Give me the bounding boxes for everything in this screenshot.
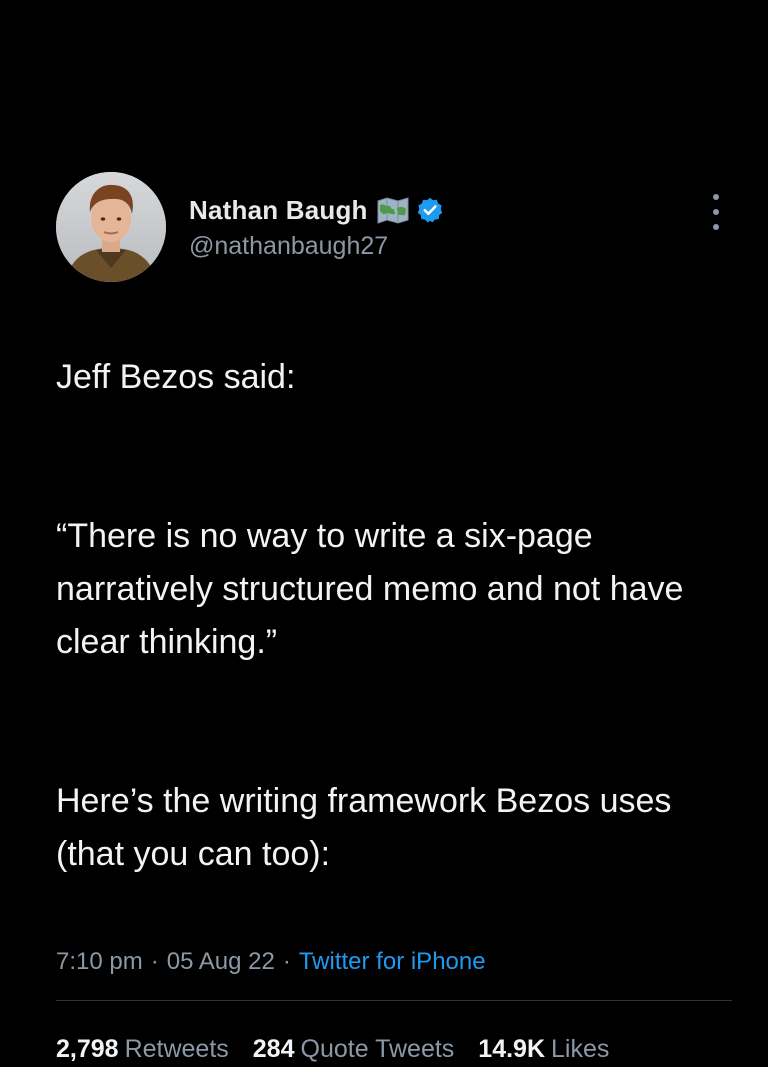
quote-tweets-count: 284 <box>252 1034 295 1063</box>
likes-label: Likes <box>551 1034 610 1063</box>
retweets-stat[interactable]: 2,798 Retweets <box>56 1035 229 1064</box>
name-block: Nathan Baugh @nathanbaugh27 <box>189 192 444 261</box>
tweet-time[interactable]: 7:10 pm <box>56 948 143 976</box>
divider <box>56 1000 732 1001</box>
more-vertical-icon <box>713 194 719 200</box>
tweet-card: Nathan Baugh @nathanbaugh27 Jeff Bezos s… <box>56 172 732 1067</box>
tweet-header: Nathan Baugh @nathanbaugh27 <box>56 172 732 290</box>
likes-stat[interactable]: 14.9K Likes <box>478 1035 609 1064</box>
tweet-stats: 2,798 Retweets 284 Quote Tweets 14.9K Likes <box>56 1031 732 1067</box>
tweet-date[interactable]: 05 Aug 22 <box>167 948 275 976</box>
verified-badge-icon <box>416 196 444 224</box>
tweet-paragraph: Here’s the writing framework Bezos uses … <box>56 782 672 873</box>
quote-tweets-label: Quote Tweets <box>300 1034 455 1063</box>
more-vertical-icon-dot <box>713 209 719 215</box>
world-map-icon <box>376 196 410 224</box>
retweets-count: 2,798 <box>56 1034 119 1063</box>
name-row: Nathan Baugh <box>189 192 444 228</box>
display-name[interactable]: Nathan Baugh <box>189 195 368 226</box>
meta-separator: · <box>150 948 159 975</box>
tweet-meta: 7:10 pm · 05 Aug 22 · Twitter for iPhone <box>56 944 732 980</box>
quote-tweets-stat[interactable]: 284 Quote Tweets <box>253 1035 455 1064</box>
meta-separator: · <box>282 948 291 975</box>
tweet-text: Jeff Bezos said: “There is no way to wri… <box>56 298 732 934</box>
more-vertical-icon-dot <box>713 224 719 230</box>
avatar[interactable] <box>56 172 166 282</box>
tweet-paragraph: Jeff Bezos said: <box>56 358 296 396</box>
user-handle[interactable]: @nathanbaugh27 <box>189 232 444 261</box>
retweets-label: Retweets <box>124 1034 229 1063</box>
more-options-button[interactable] <box>706 194 726 230</box>
tweet-source-link[interactable]: Twitter for iPhone <box>299 948 486 976</box>
tweet-paragraph: “There is no way to write a six-page nar… <box>56 517 684 661</box>
likes-count: 14.9K <box>478 1034 546 1063</box>
